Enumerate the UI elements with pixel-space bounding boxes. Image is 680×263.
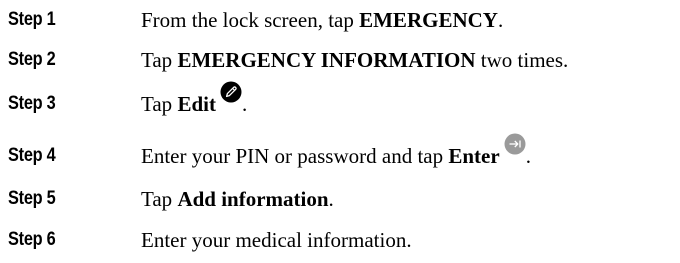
step-text-before: Enter your PIN or password and tap	[141, 144, 449, 168]
step-emphasis: Enter	[448, 144, 500, 168]
step-text-after: .	[497, 8, 504, 32]
step-3: Step 3 Tap Edit.	[0, 81, 680, 122]
step-text-after: .	[328, 187, 334, 211]
step-4: Step 4 Enter your PIN or password and ta…	[0, 133, 680, 174]
step-text-before: Tap	[141, 48, 178, 72]
step-label: Step 1	[8, 9, 56, 30]
step-1: Step 1 From the lock screen, tap EMERGEN…	[0, 2, 680, 38]
edit-pencil-icon	[220, 81, 242, 103]
step-instruction: Enter your medical information.	[141, 222, 412, 258]
step-emphasis: Edit	[177, 92, 216, 116]
step-label: Step 6	[8, 229, 56, 250]
step-5: Step 5 Tap Add information.	[0, 181, 680, 217]
step-label: Step 4	[8, 145, 56, 166]
step-text-after: two times.	[475, 48, 569, 72]
step-2: Step 2 Tap EMERGENCY INFORMATION two tim…	[0, 42, 680, 78]
step-instruction: Tap Add information.	[141, 181, 334, 217]
step-text-before: From the lock screen, tap	[141, 8, 360, 32]
step-instruction: Enter your PIN or password and tap Enter…	[141, 133, 531, 174]
step-emphasis: EMERGENCY INFORMATION	[177, 48, 476, 72]
step-instruction: Tap EMERGENCY INFORMATION two times.	[141, 42, 568, 78]
procedure-steps: Step 1 From the lock screen, tap EMERGEN…	[0, 0, 680, 263]
step-label: Step 2	[8, 49, 56, 70]
step-text-after: .	[525, 144, 531, 168]
step-label: Step 3	[8, 93, 56, 114]
step-emphasis: EMERGENCY	[359, 8, 498, 32]
step-6: Step 6 Enter your medical information.	[0, 222, 680, 258]
step-instruction: From the lock screen, tap EMERGENCY.	[141, 2, 503, 38]
step-text-before: Tap	[141, 92, 178, 116]
step-label: Step 5	[8, 188, 56, 209]
step-instruction: Tap Edit.	[141, 81, 248, 122]
step-text-before: Enter your medical information.	[141, 228, 412, 252]
step-text-before: Tap	[141, 187, 178, 211]
step-text-after: .	[241, 92, 248, 116]
step-emphasis: Add information	[177, 187, 329, 211]
enter-arrow-icon	[504, 133, 526, 155]
